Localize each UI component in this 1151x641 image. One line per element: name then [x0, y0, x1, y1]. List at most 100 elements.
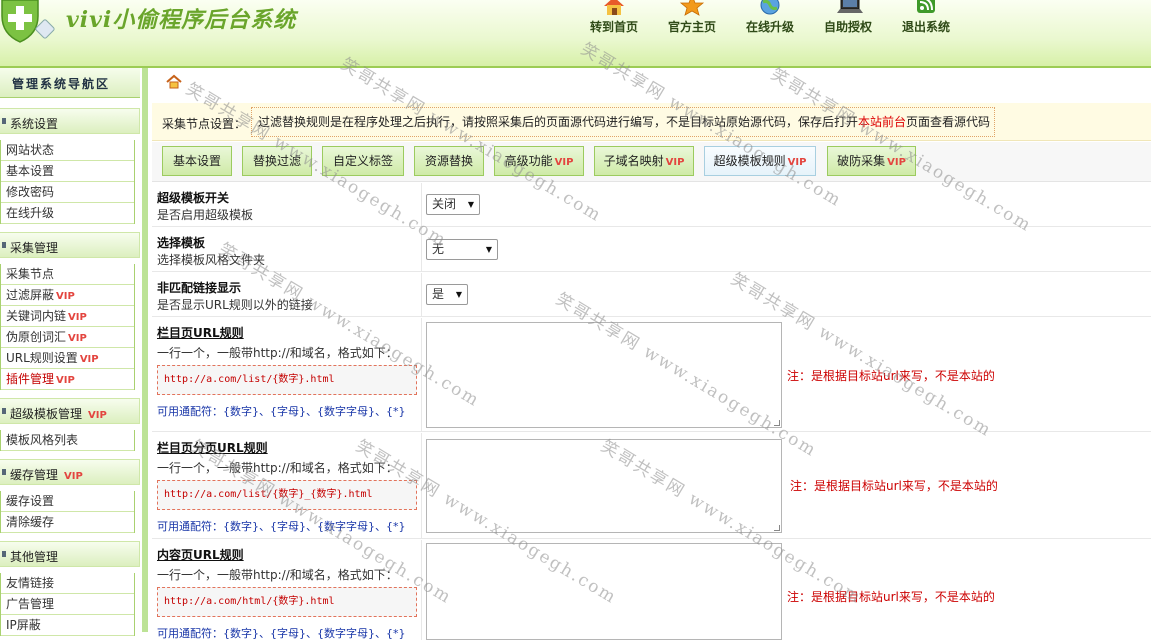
- rule-note: 注：是根据目标站url来写，不是本站的: [787, 590, 995, 604]
- vip-badge: VIP: [56, 375, 75, 386]
- bullet-icon: [2, 469, 6, 475]
- tab-basic-settings[interactable]: 基本设置: [162, 146, 232, 176]
- bullet-icon: [2, 242, 6, 248]
- vip-badge: VIP: [68, 312, 87, 323]
- globe-icon: [760, 0, 780, 15]
- bullet-icon: [2, 118, 6, 124]
- nav-upgrade-label: 在线升级: [745, 20, 794, 34]
- field-desc: 选择模板风格文件夹: [157, 253, 266, 267]
- sidebar-group-label: 采集管理: [10, 241, 59, 255]
- rule-row-category-page-url: 栏目页分页URL规则 一行一个，一般带http://和域名，格式如下： http…: [152, 433, 1151, 539]
- rule-note: 注：是根据目标站url来写，不是本站的: [790, 479, 998, 493]
- sidebar-group-cache[interactable]: 缓存管理 VIP: [0, 459, 140, 485]
- tab-replace-filter[interactable]: 替换过滤: [242, 146, 312, 176]
- tab-resource-replace[interactable]: 资源替换: [414, 146, 484, 176]
- dropdown-arrow-icon: ▼: [455, 290, 462, 299]
- rule-wildcards: 可用通配符：{数字}、{字母}、{数字字母}、{*}: [157, 405, 406, 418]
- sidebar-item-collect-node[interactable]: 采集节点: [1, 264, 134, 285]
- tab-subdomain-mapping[interactable]: 子域名映射 VIP: [594, 146, 694, 176]
- rule-desc: 一行一个，一般带http://和域名，格式如下：: [157, 568, 398, 582]
- sidebar-item-basic-settings[interactable]: 基本设置: [1, 161, 134, 182]
- sidebar-item-change-password[interactable]: 修改密码: [1, 182, 134, 203]
- sidebar-item-site-status[interactable]: 网站状态: [1, 140, 134, 161]
- sidebar-group-other[interactable]: 其他管理: [0, 541, 140, 567]
- vip-badge: VIP: [68, 333, 87, 344]
- nonmatch-links-select[interactable]: 是 ▼: [426, 284, 468, 305]
- sidebar-group-label: 缓存管理 VIP: [10, 468, 83, 482]
- sidebar-item-online-upgrade[interactable]: 在线升级: [1, 203, 134, 224]
- nav-official-link[interactable]: 官方主页: [653, 0, 731, 40]
- rule-desc: 一行一个，一般带http://和域名，格式如下：: [157, 346, 398, 360]
- sidebar-item-plugins[interactable]: 插件管理 VIP: [1, 369, 134, 390]
- sidebar-item-cache-settings[interactable]: 缓存设置: [1, 491, 134, 512]
- tab-custom-tags[interactable]: 自定义标签: [322, 146, 404, 176]
- nav-logout-label: 退出系统: [901, 20, 950, 34]
- sidebar-item-template-list[interactable]: 模板风格列表: [1, 430, 134, 451]
- field-row-nonmatch-links: 非匹配链接显示 是否显示URL规则以外的链接 是 ▼: [152, 273, 1151, 317]
- nav-home-link[interactable]: 转到首页: [575, 0, 653, 40]
- template-select[interactable]: 无 ▼: [426, 239, 498, 260]
- breadcrumb: [152, 68, 1151, 98]
- category-url-textarea[interactable]: [426, 322, 782, 428]
- sidebar-group-collect[interactable]: 采集管理: [0, 232, 140, 258]
- dropdown-arrow-icon: ▼: [485, 245, 492, 254]
- sidebar-group-items: 模板风格列表: [0, 430, 135, 451]
- rule-wildcards: 可用通配符：{数字}、{字母}、{数字字母}、{*}: [157, 520, 406, 533]
- sidebar-group-super-template[interactable]: 超级模板管理 VIP: [0, 398, 140, 424]
- vip-badge: VIP: [79, 354, 99, 365]
- sidebar-group-items: 网站状态 基本设置 修改密码 在线升级: [0, 140, 135, 224]
- node-info-bar: 采集节点设置： 过滤替换规则是在程序处理之后执行，请按照采集后的页面源代码进行编…: [152, 103, 1151, 141]
- nav-official-label: 官方主页: [667, 20, 716, 34]
- sidebar-item-filter-block[interactable]: 过滤屏蔽 VIP: [1, 285, 134, 306]
- nav-license-label: 自助授权: [823, 20, 872, 34]
- sidebar-title: 管理系统导航区: [12, 77, 111, 91]
- sidebar-item-keyword-links[interactable]: 关键词内链 VIP: [1, 306, 134, 327]
- home-icon: [604, 0, 624, 15]
- field-row-super-template-switch: 超级模板开关 是否启用超级模板 关闭 ▼: [152, 183, 1151, 227]
- node-label: 采集节点设置：: [162, 117, 247, 131]
- nav-logout-link[interactable]: 退出系统: [887, 0, 965, 40]
- sidebar-header: 管理系统导航区: [0, 68, 140, 98]
- app-title: vivi小偷程序后台系统: [66, 7, 297, 33]
- rule-note: 注：是根据目标站url来写，不是本站的: [787, 369, 995, 383]
- sidebar-item-friend-links[interactable]: 友情链接: [1, 573, 134, 594]
- nav-upgrade-link[interactable]: 在线升级: [731, 0, 809, 40]
- nav-license-link[interactable]: 自助授权: [809, 0, 887, 40]
- category-page-url-textarea[interactable]: [426, 439, 782, 533]
- bullet-icon: [2, 551, 6, 557]
- sidebar-item-ip-block[interactable]: IP屏蔽: [1, 615, 134, 636]
- sidebar-item-ads[interactable]: 广告管理: [1, 594, 134, 615]
- header-bar: vivi小偷程序后台系统 转到首页 官方主页 在线升级 自助授权 退出系统: [0, 0, 1151, 68]
- content-url-textarea[interactable]: [426, 543, 782, 640]
- bullet-icon: [2, 408, 6, 414]
- logo: [0, 0, 56, 44]
- resize-handle-icon[interactable]: [774, 525, 780, 531]
- rss-exit-icon: [917, 0, 935, 13]
- rule-example: http://a.com/list/{数字}_{数字}.html: [157, 480, 417, 510]
- rule-example: http://a.com/list/{数字}.html: [157, 365, 417, 395]
- rule-example: http://a.com/html/{数字}.html: [157, 587, 417, 617]
- tab-advanced[interactable]: 高级功能 VIP: [494, 146, 584, 176]
- sidebar-group-items: 采集节点 过滤屏蔽 VIP 关键词内链 VIP 伪原创词汇 VIP URL规则设置 VI…: [0, 264, 135, 390]
- rule-title: 内容页URL规则: [157, 548, 244, 562]
- rule-title: 栏目页分页URL规则: [157, 441, 268, 455]
- tab-super-template-rules[interactable]: 超级模板规则 VIP: [704, 146, 816, 176]
- tab-anti-crawl[interactable]: 破防采集 VIP: [827, 146, 916, 176]
- home-icon[interactable]: [166, 74, 182, 90]
- tab-bar: 基本设置 替换过滤 自定义标签 资源替换 高级功能 VIP 子域名映射 VIP 超级…: [152, 142, 1151, 182]
- sidebar-item-clear-cache[interactable]: 清除缓存: [1, 512, 134, 533]
- field-row-template-select: 选择模板 选择模板风格文件夹 无 ▼: [152, 228, 1151, 272]
- frontend-link[interactable]: 本站前台: [858, 115, 906, 129]
- vip-badge: VIP: [56, 291, 75, 302]
- rule-row-content-url: 内容页URL规则 一行一个，一般带http://和域名，格式如下： http:/…: [152, 540, 1151, 640]
- sidebar-group-system[interactable]: 系统设置: [0, 108, 140, 134]
- super-template-switch-select[interactable]: 关闭 ▼: [426, 194, 480, 215]
- star-icon: [679, 0, 705, 16]
- sidebar-item-url-rules[interactable]: URL规则设置 VIP: [1, 348, 134, 369]
- sidebar-item-pseudo-words[interactable]: 伪原创词汇 VIP: [1, 327, 134, 348]
- laptop-icon: [837, 0, 863, 13]
- rule-wildcards: 可用通配符：{数字}、{字母}、{数字字母}、{*}: [157, 627, 406, 640]
- sidebar-splitter[interactable]: [142, 68, 148, 632]
- resize-handle-icon[interactable]: [774, 420, 780, 426]
- rule-title: 栏目页URL规则: [157, 326, 244, 340]
